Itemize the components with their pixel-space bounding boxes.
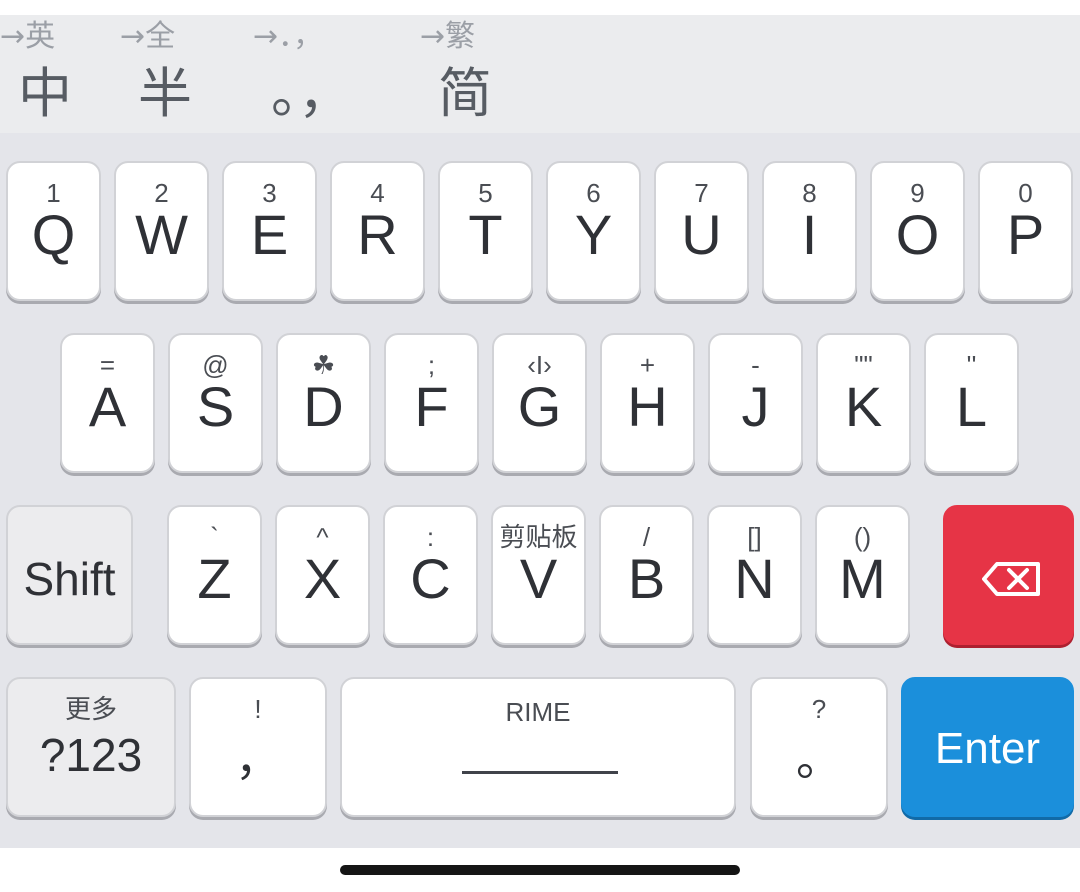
key-a[interactable]: = A [60,333,155,473]
comma-key-label: ， [235,733,281,785]
key-n[interactable]: [] N [707,505,802,645]
key-k[interactable]: "" K [816,333,911,473]
key-f-label: F [414,375,449,438]
space-bar-indicator [462,771,618,774]
key-z[interactable]: ` Z [167,505,262,645]
keyboard: 1 Q 2 W 3 E 4 R 5 T 6 Y 7 U 8 I 9 O 0 P … [0,133,1080,848]
key-l[interactable]: '' L [924,333,1019,473]
key-i-label: I [801,203,818,266]
key-q-label: Q [31,203,76,266]
key-e[interactable]: 3 E [222,161,317,301]
key-w[interactable]: 2 W [114,161,209,301]
key-o[interactable]: 9 O [870,161,965,301]
key-e-label: E [250,203,289,266]
key-j[interactable]: - J [708,333,803,473]
shift-key[interactable]: Shift [6,505,133,645]
enter-key[interactable]: Enter [901,677,1074,817]
period-key-label: 。 [796,733,842,785]
period-key[interactable]: ? 。 [750,677,888,817]
key-d-label: D [303,375,344,438]
half-full-width-toggle-hint: →全 [120,19,176,54]
comma-key-hint: ! [254,694,262,724]
key-h[interactable]: + H [600,333,695,473]
home-indicator[interactable] [340,865,740,875]
chinese-english-toggle-hint: →英 [0,19,56,54]
key-x-label: X [303,547,342,610]
key-s-label: S [196,375,235,438]
key-u[interactable]: 7 U [654,161,749,301]
key-v[interactable]: 剪贴板 V [491,505,586,645]
comma-key[interactable]: ! ， [189,677,327,817]
delete-key[interactable] [943,505,1074,645]
key-y-label: Y [574,203,613,266]
key-h-label: H [627,375,668,438]
half-full-width-toggle-label: 半 [138,62,192,125]
key-o-label: O [895,203,940,266]
enter-key-label: Enter [934,724,1041,773]
key-t-label: T [468,203,503,266]
shift-key-label: Shift [23,553,116,605]
key-b-label: B [627,547,666,610]
key-p-label: P [1006,203,1045,266]
punctuation-toggle-hint: →．， [253,19,324,54]
key-l-label: L [955,375,988,438]
key-r[interactable]: 4 R [330,161,425,301]
key-u-label: U [681,203,722,266]
key-v-label: V [519,547,558,610]
key-j-label: J [741,375,770,438]
key-p[interactable]: 0 P [978,161,1073,301]
key-n-label: N [734,547,775,610]
chinese-english-toggle-label: 中 [18,62,72,125]
symbols-key[interactable]: 更多 ?123 [6,677,176,817]
key-q[interactable]: 1 Q [6,161,101,301]
key-y[interactable]: 6 Y [546,161,641,301]
simplified-traditional-toggle[interactable]: →繁 简 [420,15,520,133]
key-k-label: K [844,375,883,438]
key-g-label: G [517,375,562,438]
space-key[interactable]: RIME [340,677,736,817]
punctuation-toggle-label: 。， [271,62,352,125]
key-m[interactable]: () M [815,505,910,645]
key-f[interactable]: ; F [384,333,479,473]
key-r-label: R [357,203,398,266]
key-b[interactable]: / B [599,505,694,645]
key-i[interactable]: 8 I [762,161,857,301]
key-c-label: C [410,547,451,610]
half-full-width-toggle[interactable]: →全 半 [120,15,220,133]
punctuation-toggle[interactable]: →．， 。， [253,15,363,133]
key-s[interactable]: @ S [168,333,263,473]
simplified-traditional-toggle-hint: →繁 [420,19,476,54]
chinese-english-toggle[interactable]: →英 中 [0,15,100,133]
period-key-hint: ? [811,694,827,724]
space-key-hint: RIME [505,697,571,727]
symbols-key-label: ?123 [39,729,143,781]
key-w-label: W [135,203,188,266]
key-c[interactable]: : C [383,505,478,645]
key-d[interactable]: ☘ D [276,333,371,473]
key-m-label: M [839,547,886,610]
backspace-icon [982,562,1040,596]
key-z-label: Z [197,547,232,610]
symbols-key-hint: 更多 [64,694,117,724]
input-mode-toolbar: →英 中 →全 半 →．， 。， →繁 简 [0,15,1080,133]
key-x[interactable]: ^ X [275,505,370,645]
key-a-label: A [88,375,127,438]
simplified-traditional-toggle-label: 简 [438,62,492,125]
key-t[interactable]: 5 T [438,161,533,301]
key-g[interactable]: ‹I› G [492,333,587,473]
